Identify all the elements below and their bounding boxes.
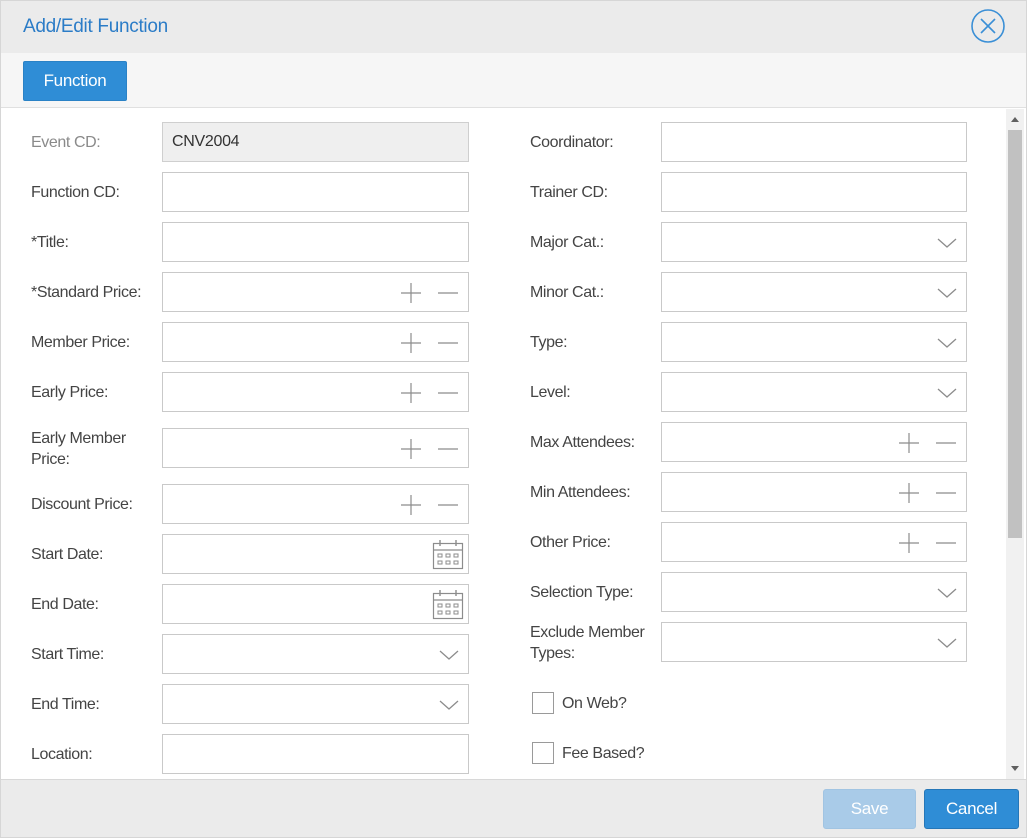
level-label: Level: bbox=[530, 384, 571, 401]
form-content: Event CD: CNV2004 Function CD: *Title: *Stan… bbox=[5, 109, 1006, 779]
chevron-down-icon[interactable] bbox=[937, 236, 957, 250]
chevron-down-icon[interactable] bbox=[937, 286, 957, 300]
chevron-down-icon[interactable] bbox=[937, 336, 957, 350]
type-field[interactable] bbox=[661, 322, 967, 362]
min-attendees-label: Min Attendees: bbox=[530, 484, 631, 501]
trainer-cd-label: Trainer CD: bbox=[530, 184, 608, 201]
vertical-scrollbar[interactable] bbox=[1006, 109, 1024, 779]
tab-bar: Function bbox=[1, 53, 1026, 108]
other-price-label: Other Price: bbox=[530, 534, 611, 551]
minus-icon[interactable] bbox=[935, 482, 957, 504]
add-edit-function-dialog: Add/Edit Function Function Event CD: CNV2… bbox=[0, 0, 1027, 838]
level-field[interactable] bbox=[661, 372, 967, 412]
standard-price-label: *Standard Price: bbox=[31, 284, 142, 301]
selection-type-field[interactable] bbox=[661, 572, 967, 612]
early-member-price-label: Early Member Price: bbox=[31, 430, 126, 468]
function-cd-field[interactable] bbox=[162, 172, 469, 212]
scroll-down-arrow-icon[interactable] bbox=[1010, 763, 1020, 773]
save-button[interactable]: Save bbox=[823, 789, 916, 829]
dialog-footer: Save Cancel bbox=[1, 779, 1026, 837]
chevron-down-icon[interactable] bbox=[937, 586, 957, 600]
discount-price-field[interactable] bbox=[162, 484, 469, 524]
minus-icon[interactable] bbox=[437, 282, 459, 304]
major-cat-field[interactable] bbox=[661, 222, 967, 262]
max-attendees-label: Max Attendees: bbox=[530, 434, 635, 451]
start-date-field[interactable] bbox=[162, 534, 469, 574]
function-cd-label: Function CD: bbox=[31, 184, 120, 201]
chevron-down-icon[interactable] bbox=[439, 648, 459, 662]
major-cat-label: Major Cat.: bbox=[530, 234, 604, 251]
minus-icon[interactable] bbox=[935, 432, 957, 454]
member-price-field[interactable] bbox=[162, 322, 469, 362]
plus-icon[interactable] bbox=[898, 482, 920, 504]
end-date-field[interactable] bbox=[162, 584, 469, 624]
end-time-field[interactable] bbox=[162, 684, 469, 724]
minus-icon[interactable] bbox=[935, 532, 957, 554]
scroll-thumb[interactable] bbox=[1008, 130, 1022, 538]
minor-cat-label: Minor Cat.: bbox=[530, 284, 604, 301]
other-price-field[interactable] bbox=[661, 522, 967, 562]
minus-icon[interactable] bbox=[437, 382, 459, 404]
minus-icon[interactable] bbox=[437, 438, 459, 460]
minus-icon[interactable] bbox=[437, 494, 459, 516]
title-field[interactable] bbox=[162, 222, 469, 262]
coordinator-field[interactable] bbox=[661, 122, 967, 162]
calendar-icon[interactable] bbox=[432, 539, 464, 570]
discount-price-label: Discount Price: bbox=[31, 496, 133, 513]
plus-icon[interactable] bbox=[400, 494, 422, 516]
on-web-checkbox[interactable] bbox=[532, 692, 554, 714]
title-label: *Title: bbox=[31, 234, 69, 251]
tab-function[interactable]: Function bbox=[23, 61, 127, 101]
minus-icon[interactable] bbox=[437, 332, 459, 354]
min-attendees-field[interactable] bbox=[661, 472, 967, 512]
minor-cat-field[interactable] bbox=[661, 272, 967, 312]
exclude-member-types-label: Exclude Member Types: bbox=[530, 624, 645, 662]
fee-based-checkbox[interactable] bbox=[532, 742, 554, 764]
plus-icon[interactable] bbox=[400, 438, 422, 460]
on-web-label: On Web? bbox=[562, 695, 627, 712]
dialog-titlebar: Add/Edit Function bbox=[1, 1, 1026, 53]
standard-price-field[interactable] bbox=[162, 272, 469, 312]
location-field[interactable] bbox=[162, 734, 469, 774]
plus-icon[interactable] bbox=[898, 532, 920, 554]
cancel-button[interactable]: Cancel bbox=[924, 789, 1019, 829]
early-member-price-field[interactable] bbox=[162, 428, 469, 468]
plus-icon[interactable] bbox=[400, 282, 422, 304]
scroll-up-arrow-icon[interactable] bbox=[1010, 115, 1020, 125]
event-cd-value: CNV2004 bbox=[172, 133, 240, 150]
end-time-label: End Time: bbox=[31, 696, 100, 713]
location-label: Location: bbox=[31, 746, 93, 763]
plus-icon[interactable] bbox=[898, 432, 920, 454]
calendar-icon[interactable] bbox=[432, 589, 464, 620]
close-icon[interactable] bbox=[970, 8, 1006, 44]
early-price-field[interactable] bbox=[162, 372, 469, 412]
event-cd-label: Event CD: bbox=[31, 134, 101, 151]
coordinator-label: Coordinator: bbox=[530, 134, 614, 151]
selection-type-label: Selection Type: bbox=[530, 584, 634, 601]
type-label: Type: bbox=[530, 334, 568, 351]
plus-icon[interactable] bbox=[400, 382, 422, 404]
plus-icon[interactable] bbox=[400, 332, 422, 354]
exclude-member-types-field[interactable] bbox=[661, 622, 967, 662]
chevron-down-icon[interactable] bbox=[937, 386, 957, 400]
dialog-title: Add/Edit Function bbox=[23, 16, 168, 37]
end-date-label: End Date: bbox=[31, 596, 99, 613]
event-cd-field: CNV2004 bbox=[162, 122, 469, 162]
max-attendees-field[interactable] bbox=[661, 422, 967, 462]
start-time-label: Start Time: bbox=[31, 646, 104, 663]
chevron-down-icon[interactable] bbox=[439, 698, 459, 712]
early-price-label: Early Price: bbox=[31, 384, 108, 401]
fee-based-label: Fee Based? bbox=[562, 745, 645, 762]
start-date-label: Start Date: bbox=[31, 546, 104, 563]
chevron-down-icon[interactable] bbox=[937, 636, 957, 650]
trainer-cd-field[interactable] bbox=[661, 172, 967, 212]
member-price-label: Member Price: bbox=[31, 334, 130, 351]
start-time-field[interactable] bbox=[162, 634, 469, 674]
